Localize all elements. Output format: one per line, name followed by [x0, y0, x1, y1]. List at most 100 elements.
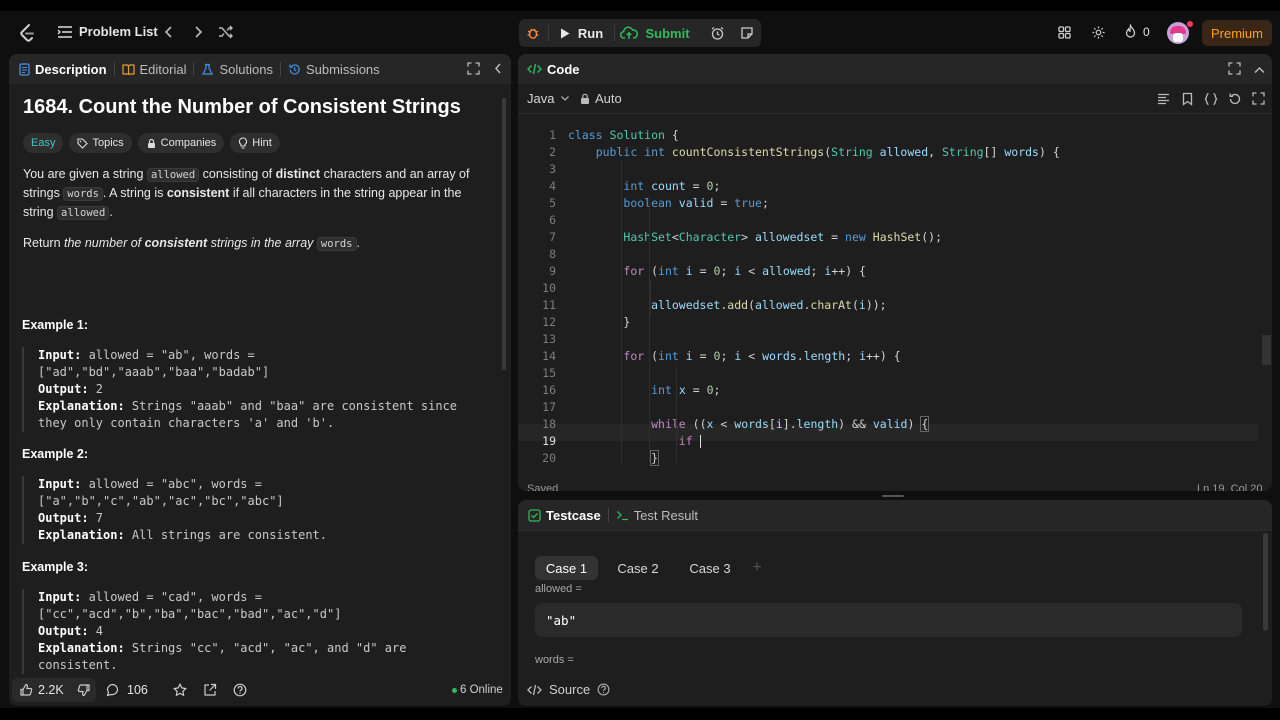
tab-code[interactable]: Code: [518, 62, 587, 77]
dislike-button[interactable]: [77, 683, 91, 697]
auto-mode-toggle[interactable]: Auto: [580, 91, 622, 106]
help-button[interactable]: [233, 683, 247, 697]
tab-submissions[interactable]: Submissions: [281, 62, 387, 77]
question-circle-icon[interactable]: [597, 683, 610, 699]
code-line: for (int i = 0; i < allowed; i++) {: [623, 264, 866, 278]
example-3-title: Example 3:: [22, 560, 89, 574]
bookmark-icon[interactable]: [1182, 92, 1193, 109]
like-count: 2.2K: [38, 683, 64, 697]
online-dot: [452, 688, 457, 693]
streak-counter[interactable]: 0: [1124, 24, 1150, 39]
notes-button[interactable]: [733, 19, 761, 47]
comments-button[interactable]: 106: [106, 683, 148, 697]
line-number: 7: [549, 230, 556, 244]
tab-submissions-label: Submissions: [305, 61, 380, 77]
example-2-title: Example 2:: [22, 447, 89, 461]
share-button[interactable]: [203, 683, 217, 697]
line-number: 16: [542, 383, 556, 397]
code-line: }: [650, 450, 660, 466]
line-number: 2: [549, 145, 556, 159]
tab-editorial[interactable]: Editorial: [115, 62, 194, 77]
allowed-input[interactable]: "ab": [535, 603, 1242, 637]
case-1-tab[interactable]: Case 1: [535, 556, 598, 580]
maximize-icon[interactable]: [1228, 62, 1241, 78]
chevron-right-icon: [195, 26, 203, 38]
problem-list-label: Problem List: [79, 24, 158, 39]
like-button[interactable]: 2.2K: [19, 683, 64, 697]
line-number: 5: [549, 196, 556, 210]
settings-button[interactable]: [1091, 25, 1106, 40]
shuffle-button[interactable]: [218, 25, 234, 39]
case-2-tab[interactable]: Case 2: [608, 556, 668, 580]
example-2-block: Input: allowed = "abc", words = ["a","b"…: [22, 476, 492, 544]
code-line: public int countConsistentStrings(String…: [595, 145, 1060, 159]
hint-chip[interactable]: Hint: [230, 133, 280, 153]
case-3-tab[interactable]: Case 3: [680, 556, 740, 580]
companies-chip[interactable]: Companies: [137, 133, 225, 153]
maximize-icon[interactable]: [467, 62, 480, 78]
tab-testcase[interactable]: Testcase: [518, 508, 608, 523]
problem-tags: Easy Topics Companies Hint: [23, 133, 493, 153]
history-icon: [289, 63, 300, 75]
favorite-button[interactable]: [173, 683, 187, 697]
add-case-button[interactable]: +: [748, 556, 766, 580]
code-editor[interactable]: 1 2 3 4 5 6 7 8 9 10 11 12 13 14 15 16 17 18 19 20 class So…: [518, 117, 1258, 467]
chevron-down-icon: [561, 96, 570, 101]
prev-problem-button[interactable]: [164, 25, 174, 39]
tab-description[interactable]: Description: [9, 62, 114, 77]
language-select[interactable]: Java: [527, 91, 570, 106]
collapse-icon[interactable]: [493, 62, 503, 78]
companies-label: Companies: [160, 137, 217, 149]
lock-icon: [581, 93, 589, 104]
run-button[interactable]: Run: [549, 19, 613, 47]
premium-button[interactable]: Premium: [1202, 20, 1272, 46]
description-footer: 2.2K 106 6 Online: [9, 674, 511, 706]
tag-icon: [77, 137, 89, 149]
problem-list-button[interactable]: Problem List: [57, 24, 158, 39]
tab-test-result[interactable]: Test Result: [609, 508, 705, 523]
reset-icon[interactable]: [1228, 92, 1242, 109]
words-label: words =: [535, 654, 574, 666]
collapse-icon[interactable]: [1253, 63, 1266, 78]
cloud-upload-icon: [620, 26, 639, 39]
editor-scrollbar[interactable]: [1262, 335, 1271, 365]
tab-code-label: Code: [547, 61, 580, 77]
allowed-label: allowed =: [535, 583, 582, 595]
tab-solutions[interactable]: Solutions: [194, 62, 279, 77]
note-icon: [741, 27, 753, 39]
next-problem-button[interactable]: [193, 25, 203, 39]
thumbs-up-icon: [20, 683, 33, 696]
line-number: 19: [542, 434, 556, 448]
topics-chip[interactable]: Topics: [69, 133, 132, 153]
code-line: class Solution {: [568, 128, 679, 142]
cursor-position: Ln 19, Col 20: [1197, 483, 1263, 491]
braces-icon[interactable]: [1204, 92, 1218, 109]
source-button[interactable]: Source: [527, 682, 590, 697]
layout-grid-icon: [1058, 26, 1071, 39]
document-icon: [19, 62, 30, 76]
avatar[interactable]: [1167, 22, 1189, 44]
timer-button[interactable]: [703, 19, 731, 47]
online-count: 6 Online: [460, 684, 503, 696]
testcase-scrollbar[interactable]: [1263, 533, 1268, 631]
description-scrollbar[interactable]: [502, 98, 506, 370]
logo-icon[interactable]: [18, 23, 36, 43]
line-number: 18: [542, 417, 556, 431]
resize-handle[interactable]: [882, 495, 904, 497]
auto-mode-label: Auto: [595, 91, 622, 106]
checkbox-icon: [528, 508, 541, 522]
star-icon: [173, 683, 187, 697]
problem-statement: You are given a string allowed consistin…: [23, 167, 470, 220]
example-1-title: Example 1:: [22, 318, 89, 332]
debug-button[interactable]: [519, 19, 547, 47]
indent-guide: [621, 162, 622, 462]
format-icon[interactable]: [1157, 93, 1170, 108]
play-icon: [560, 28, 570, 38]
code-line: if: [568, 434, 701, 451]
tab-testcase-label: Testcase: [546, 507, 601, 523]
submit-button[interactable]: Submit: [615, 19, 695, 47]
fullscreen-icon[interactable]: [1252, 92, 1265, 108]
layout-button[interactable]: [1057, 25, 1072, 40]
code-line: boolean valid = true;: [623, 196, 769, 210]
comment-count: 106: [127, 683, 148, 697]
